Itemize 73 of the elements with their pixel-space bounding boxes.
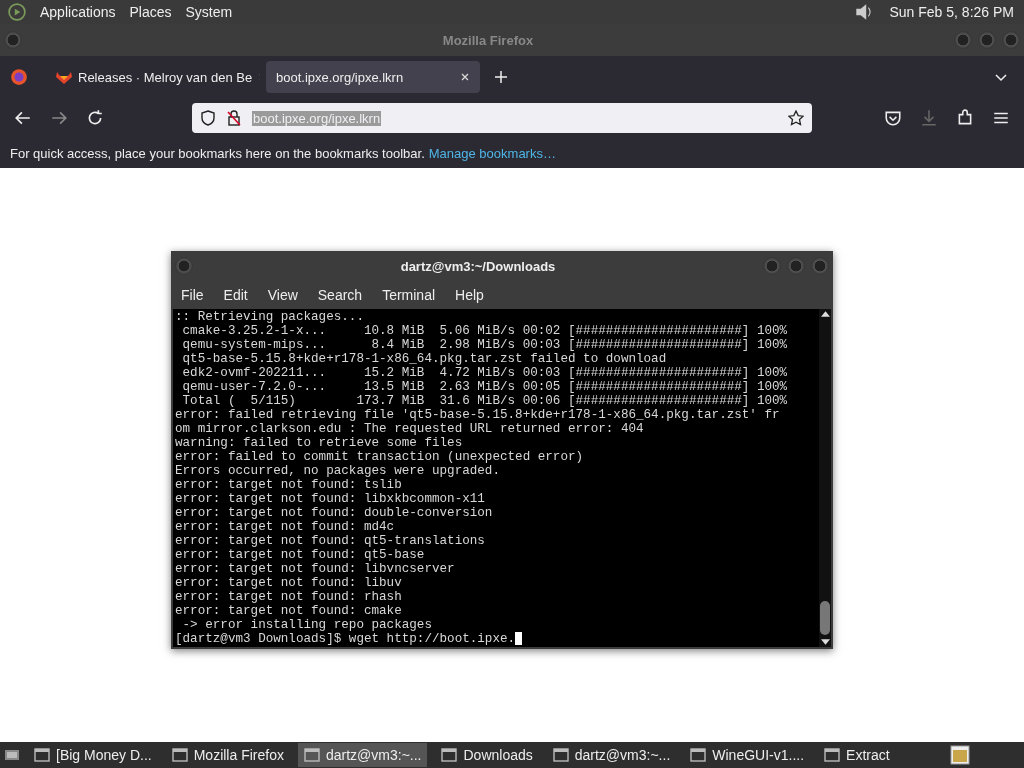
- scroll-down-icon[interactable]: [820, 639, 830, 645]
- terminal-line: :: Retrieving packages...: [175, 310, 364, 324]
- show-desktop-icon[interactable]: [4, 747, 20, 763]
- extensions-icon[interactable]: [956, 109, 974, 127]
- terminal-line: Total ( 5/115) 173.7 MiB 31.6 MiB/s 00:06 [######################] 100%: [181, 394, 788, 408]
- menu-item[interactable]: View: [267, 287, 298, 303]
- taskbar-item[interactable]: Extract: [818, 743, 896, 767]
- taskbar-item[interactable]: Mozilla Firefox: [165, 743, 290, 767]
- terminal-line: error: target not found: double-conversion: [175, 506, 493, 520]
- star-icon[interactable]: [788, 110, 804, 126]
- menu-item[interactable]: Search: [317, 287, 363, 303]
- manage-bookmarks-link[interactable]: Manage bookmarks…: [428, 145, 556, 161]
- panel-menu[interactable]: Places: [129, 4, 172, 20]
- terminal-line: cmake-3.25.2-1-x... 10.8 MiB 5.06 MiB/s 00:02 [######################] 100%: [181, 324, 788, 338]
- terminal-line: error: target not found: libxkbcommon-x11: [175, 492, 485, 506]
- taskbar-item[interactable]: [Big Money D...: [28, 743, 158, 767]
- reload-icon[interactable]: [86, 109, 104, 127]
- back-icon[interactable]: [14, 109, 32, 127]
- window-title: Mozilla Firefox: [441, 32, 535, 48]
- clock[interactable]: Sun Feb 5, 8:26 PM: [889, 4, 1014, 20]
- pocket-icon[interactable]: [884, 109, 902, 127]
- taskbar-item[interactable]: dartz@vm3:~...: [297, 743, 428, 767]
- window-icon: [824, 747, 841, 763]
- taskbar-item[interactable]: dartz@vm3:~...: [546, 743, 677, 767]
- panel-menu[interactable]: Applications: [40, 4, 116, 20]
- terminal-line: error: failed retrieving file 'qt5-base-5.15.8+kde+r178-1-x86_64.pkg.tar.zst' fr: [175, 408, 780, 422]
- terminal-line: qemu-user-7.2.0-... 13.5 MiB 2.63 MiB/s 00:05 [######################] 100%: [181, 380, 788, 394]
- window-icon: [690, 747, 707, 763]
- menu-item[interactable]: File: [181, 287, 204, 303]
- close-tab-icon[interactable]: [460, 72, 470, 82]
- bookmarks-hint: For quick access, place your bookmarks here on the bookmarks toolbar.: [10, 145, 425, 161]
- browser-logo-icon[interactable]: [10, 68, 28, 86]
- download-icon[interactable]: [920, 109, 938, 127]
- terminal-title: dartz@vm3:~/Downloads: [399, 258, 557, 274]
- menu-item[interactable]: Terminal: [382, 287, 436, 303]
- window-icon: [34, 747, 50, 763]
- terminal-line: qt5-base-5.15.8+kde+r178-1-x86_64.pkg.tar.zst failed to download: [181, 352, 667, 366]
- terminal-line: [dartz@vm3 Downloads]$ wget http://boot.ipxe.: [175, 632, 516, 646]
- terminal-line: -> error installing repo packages: [181, 618, 432, 632]
- forward-icon[interactable]: [50, 109, 68, 127]
- terminal-line: error: target not found: rhash: [175, 590, 402, 604]
- terminal-line: error: target not found: libvncserver: [175, 562, 455, 576]
- new-tab-icon[interactable]: [494, 70, 508, 84]
- taskbar-item[interactable]: Downloads: [435, 743, 539, 767]
- window-icon: [171, 747, 188, 763]
- terminal-line: error: target not found: tslib: [175, 478, 402, 492]
- window-icon: [441, 747, 458, 763]
- terminal-line: error: target not found: md4c: [175, 520, 395, 534]
- menu-item[interactable]: Edit: [223, 287, 248, 303]
- terminal-line: om mirror.clarkson.edu : The requested URL returned error: 404: [175, 422, 644, 436]
- terminal-line: Errors occurred, no packages were upgraded.: [175, 464, 500, 478]
- panel-menu[interactable]: System: [185, 4, 233, 20]
- text-cursor: [515, 632, 523, 645]
- terminal-line: qemu-system-mips... 8.4 MiB 2.98 MiB/s 00:03 [######################] 100%: [181, 338, 788, 352]
- terminal-line: error: target not found: cmake: [175, 604, 402, 618]
- window-icon: [303, 747, 320, 763]
- insecure-lock-icon[interactable]: [226, 110, 242, 126]
- terminal-line: error: target not found: qt5-translations: [175, 534, 485, 548]
- menu-item[interactable]: Help: [455, 287, 484, 303]
- terminal-line: warning: failed to retrieve some files: [175, 436, 463, 450]
- taskbar-item[interactable]: WineGUI-v1....: [684, 743, 811, 767]
- terminal-line: error: target not found: libuv: [175, 576, 402, 590]
- workspace-icon[interactable]: [950, 745, 970, 765]
- window-icon: [552, 747, 569, 763]
- browser-tab[interactable]: boot.ipxe.org/ipxe.lkrn: [266, 61, 480, 93]
- terminal-line: error: target not found: qt5-base: [175, 548, 425, 562]
- terminal-line: edk2-ovmf-202211... 15.2 MiB 4.72 MiB/s 00:03 [######################] 100%: [181, 366, 788, 380]
- shield-icon[interactable]: [200, 110, 216, 126]
- scrollbar-thumb[interactable]: [820, 601, 830, 635]
- scrollbar[interactable]: [819, 309, 831, 647]
- scroll-up-icon[interactable]: [820, 311, 830, 317]
- distro-logo-icon[interactable]: [8, 3, 26, 21]
- terminal-line: error: failed to commit transaction (unexpected error): [175, 450, 584, 464]
